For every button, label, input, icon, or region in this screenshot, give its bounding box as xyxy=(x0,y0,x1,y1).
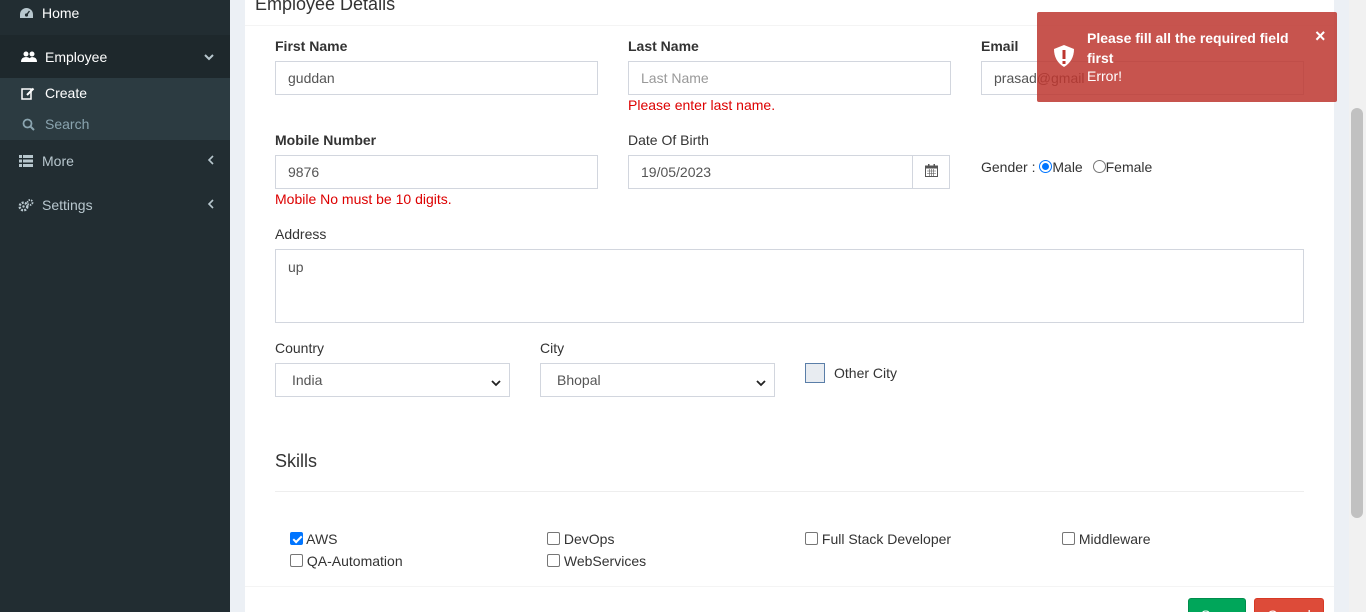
country-value: India xyxy=(292,372,323,388)
sidebar-item-label: Home xyxy=(42,5,80,21)
gender-female-label: Female xyxy=(1105,159,1153,175)
skill-middleware[interactable]: Middleware xyxy=(1062,531,1150,547)
gender-female-radio[interactable] xyxy=(1092,160,1106,173)
country-label: Country xyxy=(275,340,325,356)
skill-label: Middleware xyxy=(1078,531,1151,547)
address-label: Address xyxy=(275,226,327,242)
skill-qa-automation[interactable]: QA-Automation xyxy=(290,553,403,569)
gears-icon xyxy=(18,198,34,212)
error-toast: Please fill all the required field first… xyxy=(1037,12,1337,102)
dob-input[interactable]: 19/05/2023 xyxy=(628,155,914,189)
toast-message: Error! xyxy=(1087,68,1122,84)
skill-label: AWS xyxy=(306,531,338,547)
submenu-label: Search xyxy=(45,116,90,132)
cancel-button[interactable]: Cancel xyxy=(1254,598,1324,612)
skill-label: Full Stack Developer xyxy=(821,531,952,547)
scrollbar[interactable] xyxy=(1349,0,1366,612)
sidebar-item-label: Employee xyxy=(45,49,108,65)
skill-devops[interactable]: DevOps xyxy=(547,531,614,547)
divider xyxy=(245,586,1334,587)
skill-checkbox[interactable] xyxy=(290,554,303,567)
city-select[interactable]: Bhopal xyxy=(540,363,775,397)
warning-shield-icon xyxy=(1053,44,1075,71)
scrollbar-thumb[interactable] xyxy=(1351,108,1363,518)
skill-checkbox[interactable] xyxy=(1062,532,1075,545)
skills-title: Skills xyxy=(275,451,318,471)
gender-male-label: Male xyxy=(1052,159,1083,175)
sidebar-item-home[interactable]: Home xyxy=(0,0,230,35)
skill-aws[interactable]: AWS xyxy=(290,531,338,547)
other-city-label: Other City xyxy=(834,365,898,381)
sidebar-item-settings[interactable]: Settings xyxy=(0,183,230,227)
mobile-label: Mobile Number xyxy=(275,132,377,148)
skill-label: DevOps xyxy=(563,531,615,547)
divider xyxy=(275,491,1304,492)
sidebar-item-label: Settings xyxy=(42,197,93,213)
skill-label: WebServices xyxy=(563,553,647,569)
chevron-down-icon xyxy=(756,375,766,391)
skill-checkbox[interactable] xyxy=(547,532,560,545)
chevron-left-icon xyxy=(207,198,214,212)
list-icon xyxy=(18,155,34,167)
last-name-label: Last Name xyxy=(628,38,699,54)
skill-webservices[interactable]: WebServices xyxy=(547,553,646,569)
edit-icon xyxy=(20,87,36,100)
dashboard-icon xyxy=(18,7,34,20)
gender-group: Gender : Male Female xyxy=(981,159,1152,175)
chevron-left-icon xyxy=(207,154,214,168)
gender-male-radio[interactable] xyxy=(1039,160,1053,173)
first-name-label: First Name xyxy=(275,38,348,54)
mobile-input[interactable]: 9876 xyxy=(275,155,598,189)
submenu-item-search[interactable]: Search xyxy=(0,109,230,139)
toast-title: Please fill all the required field first xyxy=(1087,30,1289,66)
save-button[interactable]: Save xyxy=(1188,598,1246,612)
submenu-item-create[interactable]: Create xyxy=(0,78,230,108)
skill-label: QA-Automation xyxy=(306,553,403,569)
sidebar-item-more[interactable]: More xyxy=(0,139,230,183)
calendar-button[interactable] xyxy=(912,155,950,189)
chevron-down-icon xyxy=(204,50,214,64)
skill-checkbox[interactable] xyxy=(547,554,560,567)
mobile-error: Mobile No must be 10 digits. xyxy=(275,191,452,207)
skill-checkbox[interactable] xyxy=(290,532,303,545)
page-title: Employee Details xyxy=(255,0,396,14)
employee-submenu: Create Search xyxy=(0,78,230,140)
email-label: Email xyxy=(981,38,1019,54)
other-city-checkbox[interactable] xyxy=(805,363,825,383)
country-select[interactable]: India xyxy=(275,363,510,397)
chevron-down-icon xyxy=(491,375,501,391)
sidebar: Home Employee Create Search More Setting… xyxy=(0,0,230,612)
users-icon xyxy=(21,51,37,63)
skill-full-stack[interactable]: Full Stack Developer xyxy=(805,531,951,547)
sidebar-item-label: More xyxy=(42,153,74,169)
city-label: City xyxy=(540,340,565,356)
dob-label: Date Of Birth xyxy=(628,132,709,148)
last-name-error: Please enter last name. xyxy=(628,97,776,113)
close-icon[interactable]: × xyxy=(1315,26,1326,47)
last-name-input[interactable]: Last Name xyxy=(628,61,951,95)
submenu-label: Create xyxy=(45,85,88,101)
calendar-icon xyxy=(924,164,938,180)
skill-checkbox[interactable] xyxy=(805,532,818,545)
address-textarea[interactable]: up xyxy=(275,249,1304,323)
search-icon xyxy=(20,118,36,131)
gender-label: Gender : xyxy=(981,159,1036,175)
city-value: Bhopal xyxy=(557,372,601,388)
first-name-input[interactable]: guddan xyxy=(275,61,598,95)
sidebar-item-employee[interactable]: Employee xyxy=(0,35,230,79)
